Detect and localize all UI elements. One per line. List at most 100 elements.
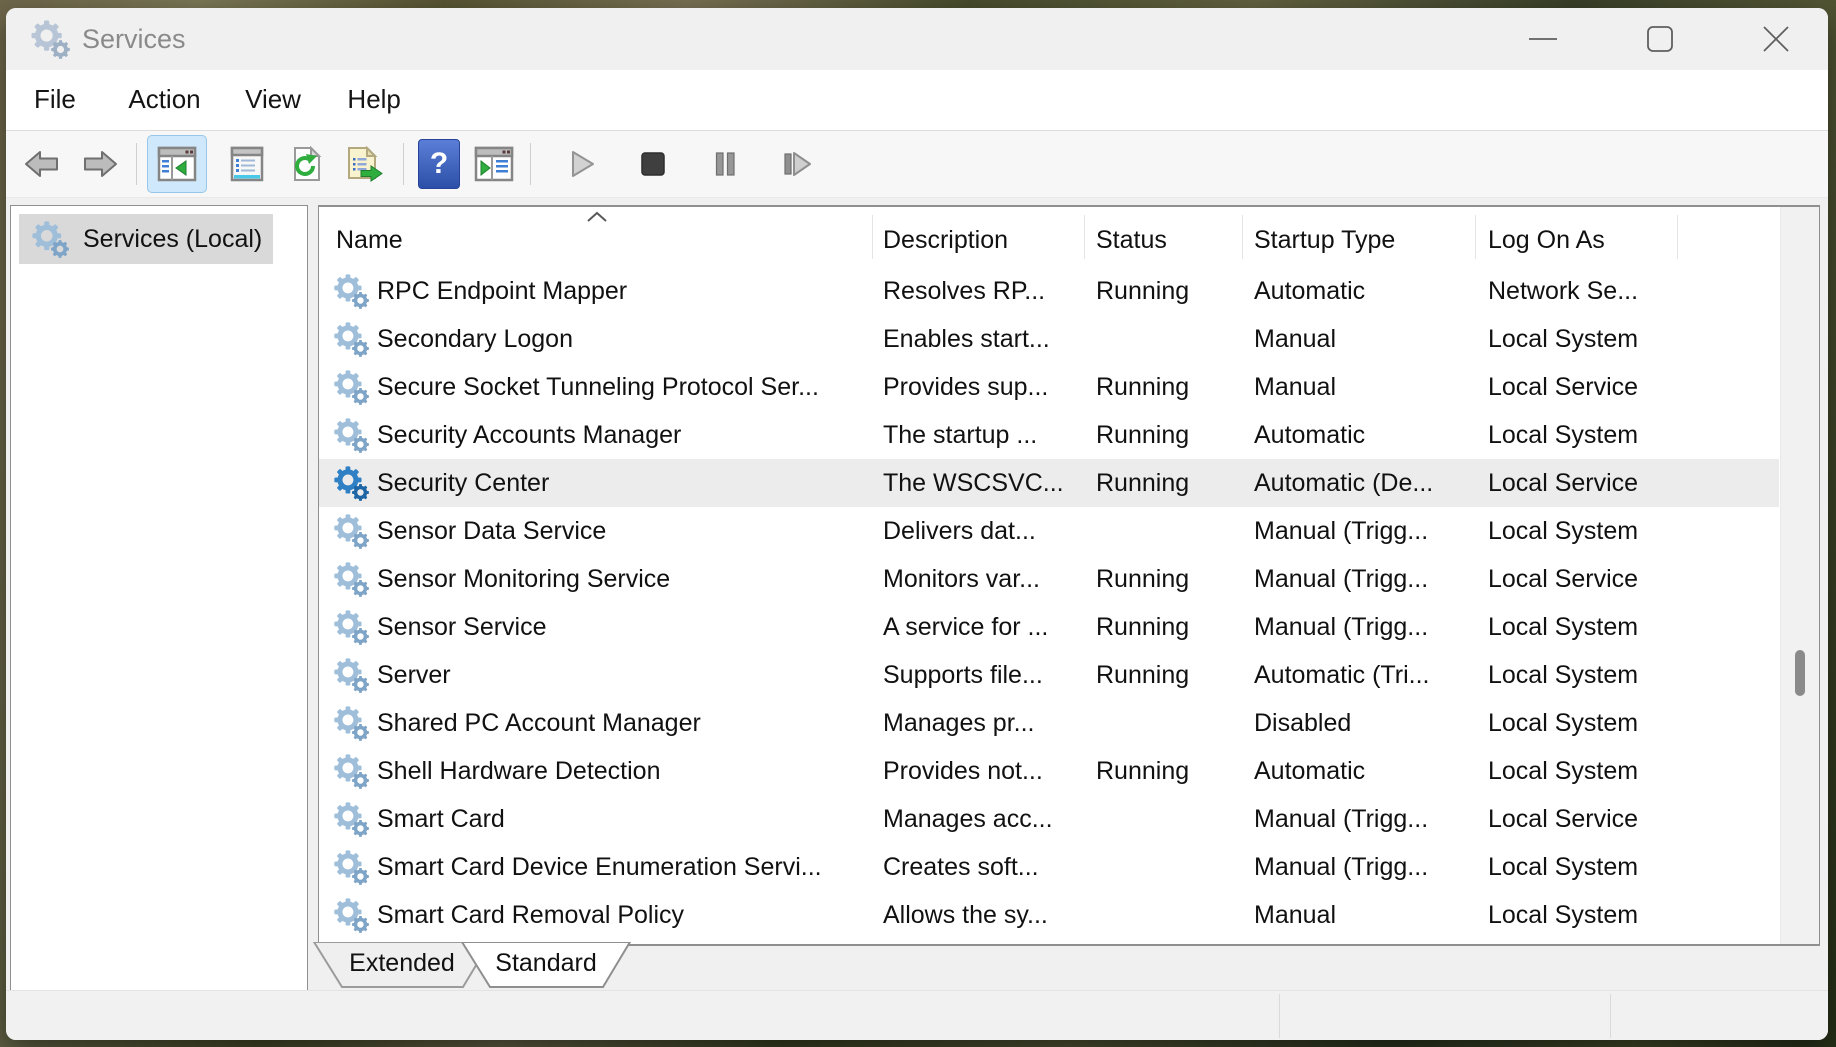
service-startup-type: Manual (Trigg... xyxy=(1254,795,1428,843)
tab-standard[interactable]: Standard xyxy=(461,942,631,988)
sidebar-item-services-local[interactable]: Services (Local) xyxy=(19,214,273,264)
service-row[interactable]: Sensor Service A service for ... Running… xyxy=(319,603,1779,651)
service-row[interactable]: Secure Socket Tunneling Protocol Ser... … xyxy=(319,363,1779,411)
stop-service-icon xyxy=(639,150,667,178)
services-list-view: Name Description Status Startup Type Log… xyxy=(318,205,1820,946)
services-rows: RPC Endpoint Mapper Resolves RP... Runni… xyxy=(319,267,1779,944)
service-description: Creates soft... xyxy=(883,843,1039,891)
show-action-pane-button[interactable] xyxy=(470,137,518,191)
service-log-on-as: Local System xyxy=(1488,603,1638,651)
service-row[interactable]: Smart Card Device Enumeration Servi... C… xyxy=(319,843,1779,891)
service-row[interactable]: Secondary Logon Enables start... Manual … xyxy=(319,315,1779,363)
service-startup-type: Manual (Trigg... xyxy=(1254,603,1428,651)
minimize-button[interactable] xyxy=(1520,16,1566,62)
list-header: Name Description Status Startup Type Log… xyxy=(319,207,1779,267)
service-status: Running xyxy=(1096,603,1189,651)
service-name: Shell Hardware Detection xyxy=(377,747,660,795)
minimize-icon xyxy=(1520,16,1566,62)
column-header-name[interactable]: Name xyxy=(336,207,403,267)
service-description: Manages pr... xyxy=(883,699,1034,747)
stop-service-button[interactable] xyxy=(629,137,677,191)
column-header-startup-type[interactable]: Startup Type xyxy=(1254,207,1395,267)
close-button[interactable] xyxy=(1753,16,1799,62)
service-row[interactable]: Sensor Monitoring Service Monitors var..… xyxy=(319,555,1779,603)
service-status: Running xyxy=(1096,555,1189,603)
help-icon: ? xyxy=(430,147,448,181)
service-startup-type: Manual (Trigg... xyxy=(1254,555,1428,603)
service-status: Running xyxy=(1096,651,1189,699)
column-divider[interactable] xyxy=(1084,215,1085,259)
service-gear-icon xyxy=(333,657,369,693)
window-title: Services xyxy=(82,8,186,70)
export-list-button[interactable] xyxy=(341,137,389,191)
service-description: Resolves RP... xyxy=(883,267,1045,315)
service-row[interactable]: Server Supports file... Running Automati… xyxy=(319,651,1779,699)
service-gear-icon xyxy=(333,801,369,837)
column-divider[interactable] xyxy=(1475,215,1476,259)
service-description: Supports file... xyxy=(883,651,1043,699)
service-gear-icon xyxy=(333,897,369,933)
back-button[interactable] xyxy=(18,137,66,191)
service-row[interactable]: Security Accounts Manager The startup ..… xyxy=(319,411,1779,459)
menu-action[interactable]: Action xyxy=(128,70,200,128)
menu-help[interactable]: Help xyxy=(347,70,400,128)
pause-service-icon xyxy=(712,150,738,178)
service-status: Running xyxy=(1096,459,1189,507)
service-status: Running xyxy=(1096,267,1189,315)
column-header-status[interactable]: Status xyxy=(1096,207,1167,267)
service-gear-icon xyxy=(333,753,369,789)
service-startup-type: Manual (Trigg... xyxy=(1254,843,1428,891)
tab-standard-label: Standard xyxy=(461,942,631,984)
properties-button[interactable] xyxy=(223,137,271,191)
help-button[interactable]: ? xyxy=(418,139,460,189)
service-gear-icon xyxy=(333,321,369,357)
services-node-label: Services (Local) xyxy=(83,225,262,254)
start-service-button[interactable] xyxy=(559,137,607,191)
service-row[interactable]: Shared PC Account Manager Manages pr... … xyxy=(319,699,1779,747)
start-service-icon xyxy=(570,149,596,179)
service-description: Manages acc... xyxy=(883,795,1053,843)
maximize-button[interactable] xyxy=(1637,16,1683,62)
column-header-log-on-as[interactable]: Log On As xyxy=(1488,207,1605,267)
service-name: Shared PC Account Manager xyxy=(377,699,701,747)
pause-service-button[interactable] xyxy=(701,137,749,191)
scrollbar-thumb[interactable] xyxy=(1795,650,1805,696)
column-divider[interactable] xyxy=(1242,215,1243,259)
service-row[interactable]: Smart Card Manages acc... Manual (Trigg.… xyxy=(319,795,1779,843)
menu-file[interactable]: File xyxy=(34,70,76,128)
service-gear-icon xyxy=(333,609,369,645)
service-description: The startup ... xyxy=(883,411,1037,459)
service-log-on-as: Local Service xyxy=(1488,795,1638,843)
service-row[interactable]: Sensor Data Service Delivers dat... Manu… xyxy=(319,507,1779,555)
service-log-on-as: Local Service xyxy=(1488,555,1638,603)
service-name: Sensor Service xyxy=(377,603,547,651)
service-row[interactable]: Shell Hardware Detection Provides not...… xyxy=(319,747,1779,795)
forward-icon xyxy=(82,149,118,179)
service-row[interactable]: Smart Card Removal Policy Allows the sy.… xyxy=(319,891,1779,939)
show-console-tree-button[interactable] xyxy=(147,135,207,193)
service-row[interactable]: Security Center The WSCSVC... Running Au… xyxy=(319,459,1779,507)
view-tabs: Extended Standard xyxy=(318,942,1820,992)
column-divider[interactable] xyxy=(1677,215,1678,259)
service-description: Enables start... xyxy=(883,315,1050,363)
column-divider[interactable] xyxy=(872,215,873,259)
column-header-description[interactable]: Description xyxy=(883,207,1008,267)
properties-icon xyxy=(229,146,265,182)
service-gear-icon xyxy=(333,513,369,549)
toolbar-separator xyxy=(136,143,137,185)
service-startup-type: Manual xyxy=(1254,315,1336,363)
refresh-button[interactable] xyxy=(283,137,331,191)
toolbar-separator xyxy=(530,143,531,185)
service-gear-icon xyxy=(333,417,369,453)
close-icon xyxy=(1753,16,1799,62)
service-row[interactable]: RPC Endpoint Mapper Resolves RP... Runni… xyxy=(319,267,1779,315)
service-description: Monitors var... xyxy=(883,555,1040,603)
vertical-scrollbar[interactable] xyxy=(1780,207,1819,944)
service-log-on-as: Network Se... xyxy=(1488,267,1638,315)
service-name: Smart Card Removal Policy xyxy=(377,891,684,939)
service-description: Delivers dat... xyxy=(883,507,1036,555)
service-name: Security Center xyxy=(377,459,549,507)
menu-view[interactable]: View xyxy=(245,70,301,128)
restart-service-button[interactable] xyxy=(773,137,821,191)
forward-button[interactable] xyxy=(76,137,124,191)
